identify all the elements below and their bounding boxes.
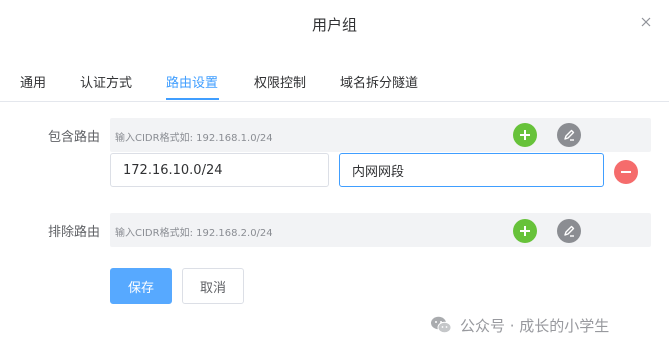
minus-icon: [621, 171, 631, 173]
add-exclude-route-button[interactable]: [513, 219, 537, 243]
add-include-route-button[interactable]: [513, 123, 537, 147]
include-routes-bar[interactable]: 输入CIDR格式如: 192.168.1.0/24: [110, 118, 651, 152]
edit-pencil-icon: [564, 225, 575, 237]
tab-auth-method[interactable]: 认证方式: [80, 72, 132, 91]
close-icon[interactable]: [639, 14, 653, 28]
tab-domain-split-tunnel[interactable]: 域名拆分隧道: [340, 72, 418, 91]
watermark: 公众号 · 成长的小学生: [430, 313, 609, 337]
remove-include-route-button[interactable]: [614, 160, 638, 184]
edit-include-routes-button[interactable]: [557, 123, 581, 147]
save-button[interactable]: 保存: [110, 268, 172, 304]
include-routes-placeholder: 输入CIDR格式如: 192.168.1.0/24: [115, 133, 273, 144]
tab-general[interactable]: 通用: [20, 72, 46, 91]
wechat-icon: [431, 316, 452, 334]
watermark-text: 公众号 · 成长的小学生: [460, 316, 610, 335]
dialog-title: 用户组: [311, 16, 357, 34]
include-routes-label: 包含路由: [48, 130, 101, 145]
plus-icon: [520, 226, 530, 236]
include-route-cidr-input[interactable]: [110, 153, 329, 187]
edit-pencil-icon: [564, 129, 575, 141]
tabs-divider: [0, 101, 669, 102]
tab-bar: 通用 认证方式 路由设置 权限控制 域名拆分隧道: [0, 72, 669, 102]
plus-icon: [520, 130, 530, 140]
exclude-routes-bar[interactable]: 输入CIDR格式如: 192.168.2.0/24: [110, 213, 651, 247]
include-route-description-input[interactable]: [339, 153, 604, 187]
exclude-routes-label: 排除路由: [48, 225, 101, 240]
tab-permission-control[interactable]: 权限控制: [254, 72, 306, 91]
cancel-button[interactable]: 取消: [182, 268, 244, 304]
tab-route-settings[interactable]: 路由设置: [166, 72, 218, 91]
active-tab-indicator: [166, 98, 219, 100]
edit-exclude-routes-button[interactable]: [557, 219, 581, 243]
exclude-routes-placeholder: 输入CIDR格式如: 192.168.2.0/24: [115, 228, 273, 239]
